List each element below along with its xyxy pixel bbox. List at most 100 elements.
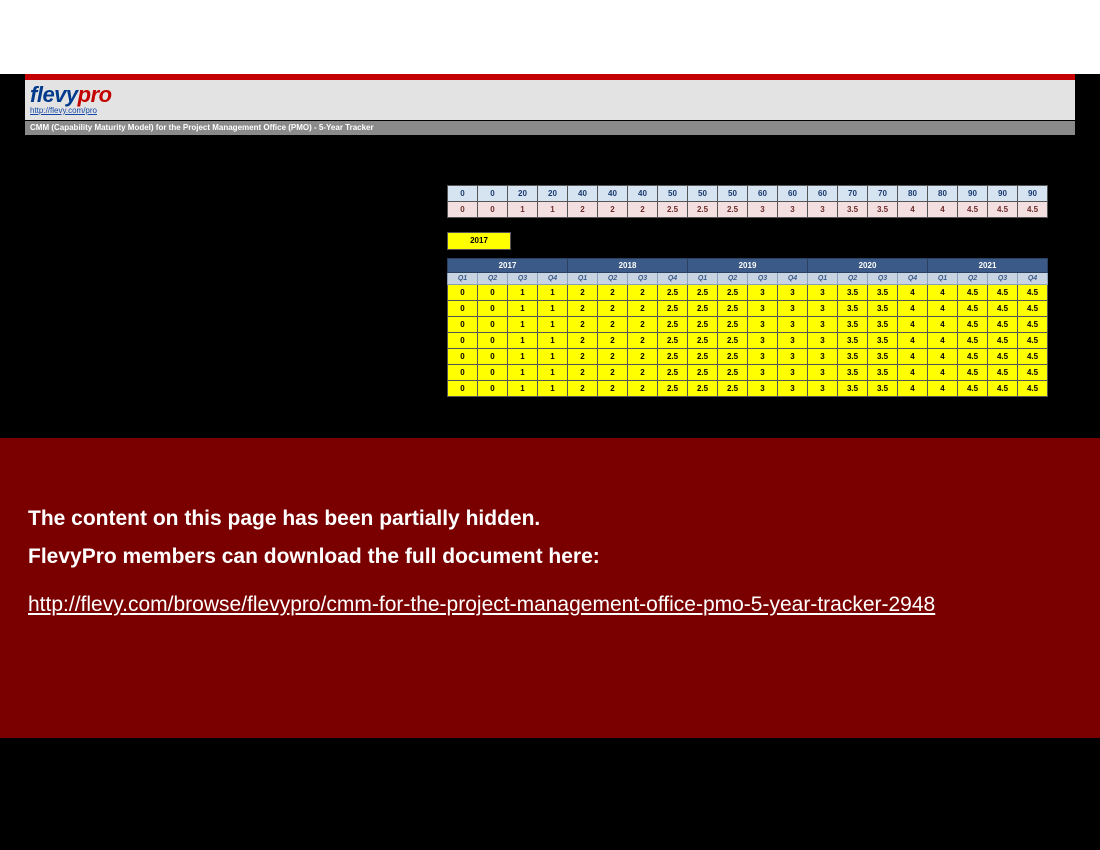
data-cell: 4 (898, 333, 928, 349)
year-header: 2018 (568, 259, 688, 273)
data-cell: 2 (628, 301, 658, 317)
summary-cell: 40 (598, 186, 628, 202)
quarter-header: Q3 (628, 273, 658, 285)
data-cell: 4 (928, 365, 958, 381)
data-cell: 0 (478, 365, 508, 381)
data-cell: 1 (508, 317, 538, 333)
data-cell: 2 (598, 285, 628, 301)
data-cell: 4.5 (958, 365, 988, 381)
quarter-header: Q3 (868, 273, 898, 285)
data-cell: 1 (508, 381, 538, 397)
top-summary-table: 00202040404050505060606070708080909090 0… (447, 185, 1048, 218)
paywall-overlay: The content on this page has been partia… (0, 438, 1100, 738)
summary-cell: 60 (808, 186, 838, 202)
data-cell: 4.5 (958, 317, 988, 333)
data-cell: 2 (568, 301, 598, 317)
year-header: 2020 (808, 259, 928, 273)
data-cell: 4 (928, 285, 958, 301)
data-cell: 3 (778, 381, 808, 397)
summary-cell: 2 (568, 202, 598, 218)
data-cell: 4 (928, 381, 958, 397)
data-cell: 3.5 (838, 301, 868, 317)
summary-cell: 0 (478, 202, 508, 218)
overlay-line1: The content on this page has been partia… (28, 500, 1072, 538)
data-cell: 1 (538, 381, 568, 397)
data-cell: 2 (568, 365, 598, 381)
data-cell: 3 (748, 285, 778, 301)
data-cell: 4.5 (958, 349, 988, 365)
data-cell: 3 (748, 381, 778, 397)
summary-cell: 3.5 (868, 202, 898, 218)
data-cell: 3.5 (838, 365, 868, 381)
data-cell: 2.5 (688, 365, 718, 381)
data-cell: 2 (628, 381, 658, 397)
data-cell: 2 (628, 285, 658, 301)
data-cell: 3 (808, 285, 838, 301)
data-cell: 2.5 (718, 349, 748, 365)
data-cell: 2.5 (688, 285, 718, 301)
summary-cell: 60 (748, 186, 778, 202)
quarter-header: Q2 (958, 273, 988, 285)
summary-cell: 0 (448, 202, 478, 218)
data-cell: 3 (748, 317, 778, 333)
year-header: 2019 (688, 259, 808, 273)
data-cell: 3 (778, 301, 808, 317)
data-cell: 1 (538, 349, 568, 365)
data-cell: 2.5 (658, 301, 688, 317)
data-cell: 2 (568, 285, 598, 301)
data-cell: 4.5 (988, 349, 1018, 365)
data-cell: 3 (748, 301, 778, 317)
quarter-header: Q3 (748, 273, 778, 285)
summary-cell: 80 (928, 186, 958, 202)
data-cell: 0 (478, 317, 508, 333)
data-cell: 3 (808, 365, 838, 381)
data-cell: 1 (538, 333, 568, 349)
data-cell: 3.5 (838, 333, 868, 349)
table-row: 00112222.52.52.53333.53.5444.54.54.5 (448, 381, 1048, 397)
overlay-download-link[interactable]: http://flevy.com/browse/flevypro/cmm-for… (28, 593, 935, 616)
summary-cell: 90 (988, 186, 1018, 202)
summary-cell: 4 (898, 202, 928, 218)
data-cell: 4.5 (988, 381, 1018, 397)
data-cell: 4.5 (988, 317, 1018, 333)
data-cell: 3 (808, 301, 838, 317)
data-cell: 0 (478, 285, 508, 301)
summary-cell: 90 (958, 186, 988, 202)
data-cell: 3 (778, 365, 808, 381)
summary-cell: 3 (808, 202, 838, 218)
data-cell: 3 (748, 333, 778, 349)
data-cell: 3.5 (868, 349, 898, 365)
summary-cell: 2 (598, 202, 628, 218)
data-cell: 2.5 (688, 349, 718, 365)
data-cell: 4.5 (1018, 317, 1048, 333)
data-cell: 4 (898, 285, 928, 301)
data-cell: 0 (448, 381, 478, 397)
data-cell: 1 (508, 285, 538, 301)
data-cell: 4.5 (958, 301, 988, 317)
table-row: 00112222.52.52.53333.53.5444.54.54.5 (448, 333, 1048, 349)
data-cell: 3.5 (868, 285, 898, 301)
data-cell: 2 (598, 381, 628, 397)
logo-url[interactable]: http://flevy.com/pro (30, 106, 97, 115)
quarter-header: Q1 (568, 273, 598, 285)
data-cell: 3 (778, 285, 808, 301)
data-cell: 3 (748, 365, 778, 381)
quarter-header: Q2 (838, 273, 868, 285)
summary-cell: 60 (778, 186, 808, 202)
data-cell: 2.5 (658, 317, 688, 333)
data-cell: 2 (628, 349, 658, 365)
data-cell: 4.5 (1018, 301, 1048, 317)
table-row: 00112222.52.52.53333.53.5444.54.54.5 (448, 301, 1048, 317)
data-cell: 0 (448, 349, 478, 365)
data-cell: 3.5 (868, 365, 898, 381)
data-cell: 3.5 (868, 381, 898, 397)
data-cell: 4 (898, 381, 928, 397)
data-cell: 4 (898, 301, 928, 317)
year-header: 2021 (928, 259, 1048, 273)
summary-cell: 0 (448, 186, 478, 202)
overlay-line2: FlevyPro members can download the full d… (28, 538, 1072, 576)
summary-cell: 40 (628, 186, 658, 202)
quarter-header: Q4 (778, 273, 808, 285)
data-cell: 1 (538, 301, 568, 317)
data-cell: 0 (448, 333, 478, 349)
